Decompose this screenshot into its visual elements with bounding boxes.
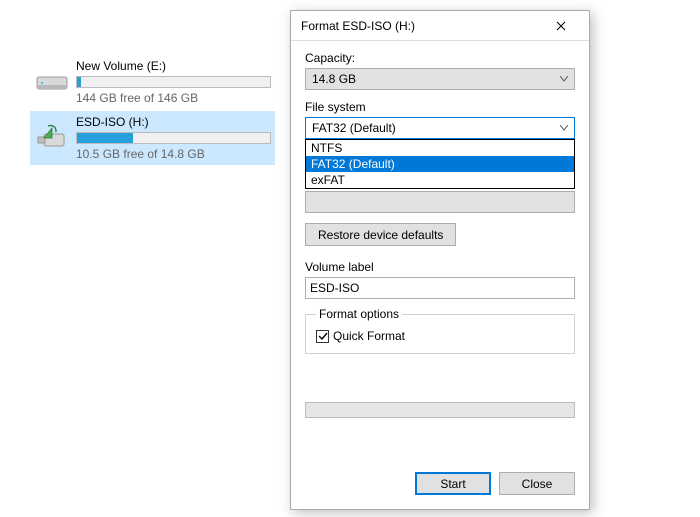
chevron-down-icon: [560, 76, 568, 82]
filesystem-select[interactable]: FAT32 (Default) NTFS FAT32 (Default) exF…: [305, 117, 575, 139]
volume-label-label: Volume label: [305, 260, 575, 274]
drive-item[interactable]: New Volume (E:) 144 GB free of 146 GB: [30, 55, 275, 109]
drive-item[interactable]: ESD-ISO (H:) 10.5 GB free of 14.8 GB: [30, 111, 275, 165]
drive-name: New Volume (E:): [76, 59, 271, 73]
titlebar[interactable]: Format ESD-ISO (H:): [291, 11, 589, 41]
hdd-icon: [34, 64, 70, 100]
quick-format-label: Quick Format: [333, 329, 405, 343]
volume-label-input[interactable]: [305, 277, 575, 299]
capacity-select[interactable]: 14.8 GB: [305, 68, 575, 90]
start-button[interactable]: Start: [415, 472, 491, 495]
close-dialog-button[interactable]: Close: [499, 472, 575, 495]
filesystem-label: File system: [305, 100, 575, 114]
close-icon: [556, 21, 566, 31]
capacity-bar: [76, 76, 271, 88]
format-dialog: Format ESD-ISO (H:) Capacity: 14.8 GB Fi…: [290, 10, 590, 510]
capacity-bar: [76, 132, 271, 144]
chevron-down-icon: [560, 125, 568, 131]
filesystem-dropdown: NTFS FAT32 (Default) exFAT: [305, 139, 575, 189]
format-options-group: Format options Quick Format: [305, 307, 575, 354]
dropdown-option[interactable]: FAT32 (Default): [306, 156, 574, 172]
drive-free-text: 10.5 GB free of 14.8 GB: [76, 147, 271, 161]
capacity-label: Capacity:: [305, 51, 575, 65]
format-progress-bar: [305, 402, 575, 418]
capacity-value: 14.8 GB: [312, 72, 356, 86]
allocation-unit-select[interactable]: [305, 191, 575, 213]
check-icon: [318, 331, 328, 341]
drive-name: ESD-ISO (H:): [76, 115, 271, 129]
dialog-title: Format ESD-ISO (H:): [301, 19, 541, 33]
dropdown-option[interactable]: exFAT: [306, 172, 574, 188]
usb-icon: [34, 120, 70, 156]
restore-defaults-button[interactable]: Restore device defaults: [305, 223, 456, 246]
dropdown-option[interactable]: NTFS: [306, 140, 574, 156]
drive-list: New Volume (E:) 144 GB free of 146 GB ES…: [30, 55, 275, 167]
drive-free-text: 144 GB free of 146 GB: [76, 91, 271, 105]
close-button[interactable]: [541, 13, 581, 39]
quick-format-checkbox[interactable]: [316, 330, 329, 343]
filesystem-value: FAT32 (Default): [312, 121, 396, 135]
format-options-label: Format options: [316, 307, 402, 321]
